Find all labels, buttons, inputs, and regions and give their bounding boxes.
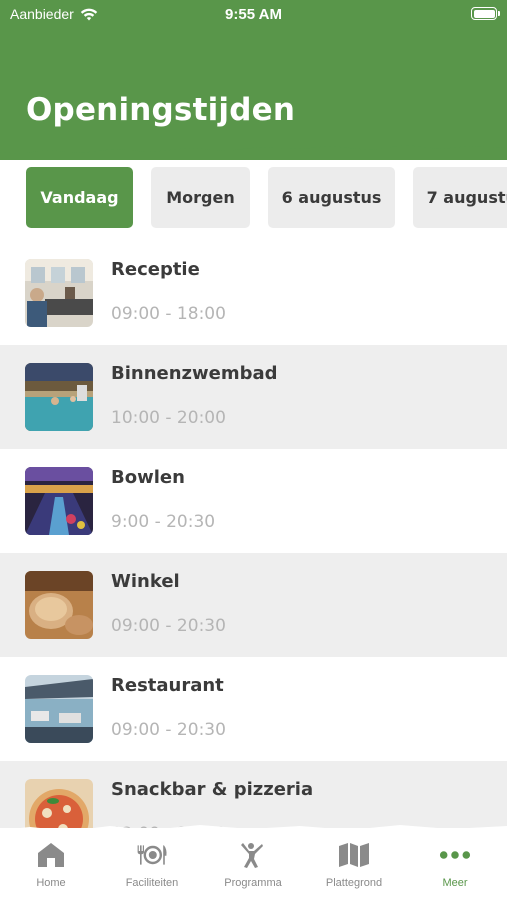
list-item[interactable]: Bowlen 9:00 - 20:30 <box>0 449 507 553</box>
tab-faciliteiten[interactable]: Faciliteiten <box>102 840 202 898</box>
tab-label: Home <box>36 877 66 889</box>
battery-icon <box>471 7 500 20</box>
more-dots-icon <box>439 851 471 859</box>
tab-meer[interactable]: Meer <box>405 840 505 898</box>
facility-name: Snackbar & pizzeria <box>111 779 314 800</box>
tab-vandaag[interactable]: Vandaag <box>26 167 133 228</box>
bowlen-photo <box>25 467 93 535</box>
tab-home[interactable]: Home <box>1 840 101 898</box>
tab-programma[interactable]: Programma <box>203 840 303 898</box>
header-wave-edge <box>0 140 507 154</box>
facility-name: Winkel <box>111 571 180 592</box>
tab-7-augustus[interactable]: 7 augustus <box>413 167 507 228</box>
facility-name: Bowlen <box>111 467 185 488</box>
cutlery-plate-icon <box>137 845 167 865</box>
tab-label: Faciliteiten <box>125 877 179 889</box>
home-icon <box>38 843 64 867</box>
map-icon <box>339 843 369 867</box>
list-item[interactable]: Winkel 09:00 - 20:30 <box>0 553 507 657</box>
status-time: 9:55 AM <box>225 6 282 23</box>
facility-name: Restaurant <box>111 675 224 696</box>
facility-hours: 09:00 - 20:30 <box>111 616 226 636</box>
tab-6-augustus[interactable]: 6 augustus <box>268 167 395 228</box>
facility-hours: 09:00 - 18:00 <box>111 304 226 324</box>
tab-label: Programma <box>224 877 282 889</box>
tab-label: Meer <box>442 877 468 889</box>
tab-plattegrond[interactable]: Plattegrond <box>304 840 404 898</box>
facility-hours: 09:00 - 20:30 <box>111 720 226 740</box>
tab-bar: Home Faciliteiten Programma Plattegrond … <box>0 828 507 900</box>
page-title: Openingstijden <box>26 92 296 128</box>
winkel-photo <box>25 571 93 639</box>
facility-hours: 10:00 - 20:00 <box>111 408 226 428</box>
facility-hours: 9:00 - 20:30 <box>111 512 216 532</box>
opening-hours-list: Receptie 09:00 - 18:00 Binnenzwembad 10:… <box>0 241 507 865</box>
date-tabs: Vandaag Morgen 6 augustus 7 augustus <box>0 167 507 229</box>
person-dancing-icon <box>241 843 263 868</box>
header: Aanbieder 9:55 AM Openingstijden <box>0 0 507 160</box>
list-item[interactable]: Binnenzwembad 10:00 - 20:00 <box>0 345 507 449</box>
binnenzwembad-photo <box>25 363 93 431</box>
receptie-photo <box>25 259 93 327</box>
tab-label: Plattegrond <box>325 877 383 889</box>
tab-morgen[interactable]: Morgen <box>151 167 250 228</box>
list-item[interactable]: Restaurant 09:00 - 20:30 <box>0 657 507 761</box>
facility-name: Binnenzwembad <box>111 363 278 384</box>
status-bar: Aanbieder 9:55 AM <box>0 0 507 30</box>
restaurant-photo <box>25 675 93 743</box>
list-item[interactable]: Receptie 09:00 - 18:00 <box>0 241 507 345</box>
facility-name: Receptie <box>111 259 200 280</box>
